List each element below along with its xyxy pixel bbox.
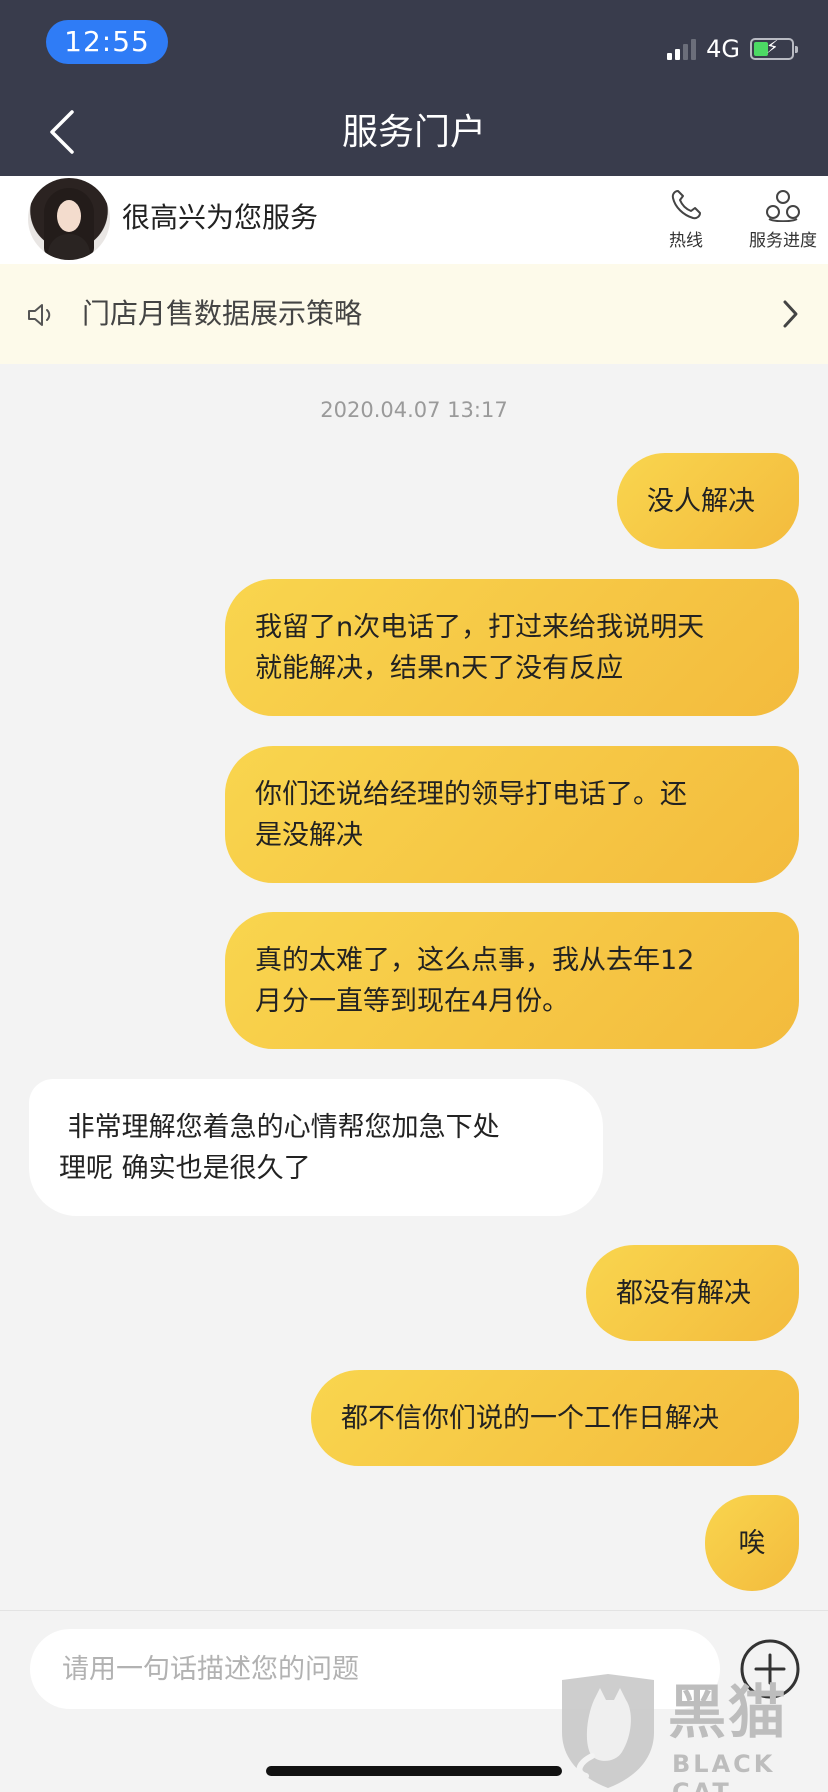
message-text-line: 非常理解您着急的心情帮您加急下处 [59, 1111, 500, 1143]
hotline-button[interactable]: 热线 [664, 188, 708, 252]
phone-icon [671, 190, 701, 220]
message-bubble-7: 唉 [705, 1495, 799, 1591]
watermark: 黑猫 BLACK CAT [556, 1672, 828, 1792]
message-text: 都不信你们说的一个工作日解决 [341, 1402, 719, 1434]
message-text-line: 我留了n次电话了，打过来给我说明天 [255, 611, 705, 643]
watermark-subtext: BLACK CAT [672, 1750, 776, 1792]
message-text-line: 是没解决 [255, 819, 363, 851]
message-text-line: 真的太难了，这么点事，我从去年12 [255, 944, 695, 976]
hotline-label: 热线 [669, 231, 703, 251]
progress-label: 服务进度 [749, 231, 817, 251]
page-title: 服务门户 [341, 112, 486, 153]
message-text-line: 月分一直等到现在4月份。 [255, 985, 570, 1017]
home-indicator [266, 1766, 562, 1776]
message-text: 唉 [738, 1527, 766, 1559]
speaker-icon [28, 304, 51, 326]
cat-shield-logo-icon [562, 1674, 654, 1788]
message-bubble-5: 都没有解决 [586, 1245, 799, 1341]
message-bubble-6: 都不信你们说的一个工作日解决 [311, 1370, 799, 1466]
message-text: 没人解决 [647, 485, 755, 517]
announcement-bar[interactable]: 门店月售数据展示策略 [0, 264, 828, 364]
top-bar: 12:55 4G ⚡ 服务门户 [0, 0, 828, 176]
status-indicators: 4G ⚡ [667, 34, 798, 64]
chat-screen: 12:55 4G ⚡ 服务门户 很高兴为您服务 热线 服务进度 门店月售数据展示… [0, 0, 828, 1792]
chevron-right-icon [783, 300, 798, 328]
chat-timestamp: 2020.04.07 13:17 [320, 398, 508, 422]
signal-icon [667, 38, 697, 60]
battery-icon: ⚡ [750, 38, 798, 60]
agent-header: 很高兴为您服务 热线 服务进度 [0, 176, 828, 264]
network-type: 4G [706, 35, 740, 63]
status-time: 12:55 [46, 20, 168, 64]
message-bubble-1: 没人解决 [617, 453, 799, 549]
service-progress-button[interactable]: 服务进度 [740, 188, 826, 252]
message-bubble-3: 你们还说给经理的领导打电话了。还 是没解决 [225, 746, 799, 883]
progress-icon [766, 190, 800, 223]
message-text-line: 理呢 确实也是很久了 [59, 1152, 311, 1184]
message-text: 都没有解决 [616, 1277, 751, 1309]
message-bubble-2: 我留了n次电话了，打过来给我说明天 就能解决，结果n天了没有反应 [225, 579, 799, 716]
agent-greeting: 很高兴为您服务 [122, 201, 319, 234]
watermark-text: 黑猫 [668, 1678, 789, 1746]
agent-message-bubble: 非常理解您着急的心情帮您加急下处 理呢 确实也是很久了 [29, 1079, 603, 1216]
agent-avatar [28, 178, 110, 260]
announcement-text: 门店月售数据展示策略 [82, 297, 363, 330]
message-text-line: 就能解决，结果n天了没有反应 [255, 652, 624, 684]
message-text-line: 你们还说给经理的领导打电话了。还 [255, 778, 687, 810]
message-bubble-4: 真的太难了，这么点事，我从去年12 月分一直等到现在4月份。 [225, 912, 799, 1049]
